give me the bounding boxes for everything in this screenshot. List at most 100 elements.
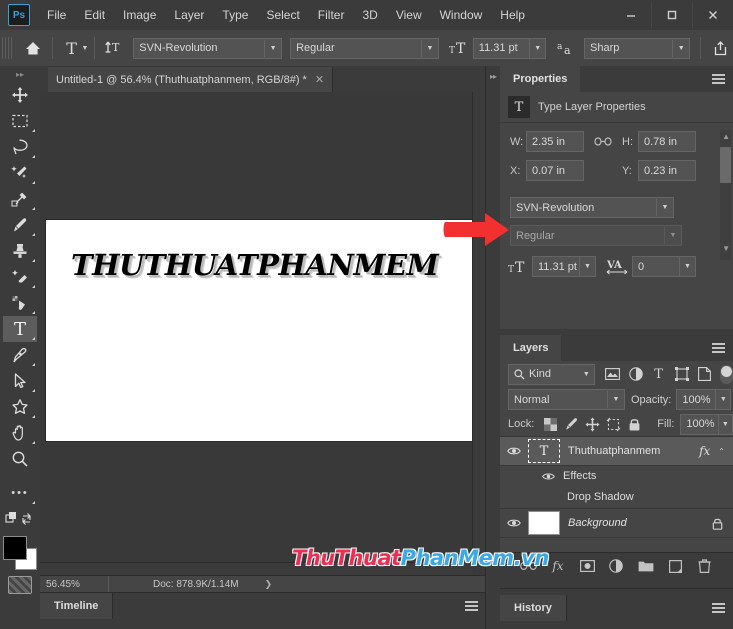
rectangular-marquee-tool[interactable] [3,108,37,134]
menu-window[interactable]: Window [431,0,492,30]
eraser-tool[interactable] [3,264,37,290]
pen-tool[interactable] [3,342,37,368]
layer-name[interactable]: Background [568,517,712,529]
effects-visibility-toggle[interactable] [542,472,555,481]
move-tool[interactable] [3,82,37,108]
chevron-down-icon[interactable]: ▼ [672,39,689,57]
hand-tool[interactable] [3,420,37,446]
layer-visibility-toggle[interactable] [500,437,528,465]
type-filter-icon[interactable]: T [647,364,670,384]
menu-filter[interactable]: Filter [309,0,354,30]
font-family-select[interactable]: SVN-Revolution ▼ [133,37,283,59]
adjustment-filter-icon[interactable] [624,364,647,384]
layer-fx-badge[interactable]: fx [699,444,710,458]
gradient-tool[interactable] [3,290,37,316]
dock-collapse-strip[interactable]: ▸▸ [486,66,500,629]
minimize-button[interactable] [611,2,651,28]
layer-filter-kind-select[interactable]: Kind ▼ [508,363,595,385]
chevron-double-right-icon[interactable]: ▸▸ [486,66,500,81]
lasso-tool[interactable] [3,134,37,160]
tab-timeline[interactable]: Timeline [40,593,114,619]
layer-visibility-toggle[interactable] [500,509,528,537]
layer-thumbnail[interactable] [528,511,560,535]
document-tab[interactable]: Untitled-1 @ 56.4% (Thuthuatphanmem, RGB… [48,67,334,92]
fill-dropdown[interactable]: ▼ [718,413,733,435]
properties-font-style-select[interactable]: Regular ▼ [510,225,682,246]
close-icon[interactable]: ✕ [315,73,324,86]
quick-mask-icon[interactable] [8,576,32,594]
font-size-dropdown[interactable]: ▼ [580,256,596,277]
layer-name[interactable]: Thuthuatphanmem [568,445,699,457]
font-size-input[interactable]: 11.31 pt [472,37,531,59]
height-input[interactable]: 0.78 in [638,131,696,152]
chevron-down-icon[interactable]: ▼ [656,199,673,216]
brush-tool[interactable] [3,212,37,238]
layer-mask-icon[interactable] [576,555,598,577]
zoom-level[interactable]: 56.45% [40,576,109,593]
delete-layer-icon[interactable] [693,555,715,577]
chevron-down-icon[interactable]: ▼ [82,45,89,52]
options-bar-grip[interactable] [2,37,12,59]
adjustment-layer-icon[interactable] [605,555,627,577]
chevron-right-icon[interactable]: ❯ [265,579,273,590]
chevron-down-icon[interactable]: ▼ [583,371,590,378]
layer-style-icon[interactable]: fx [547,555,569,577]
scroll-down-icon[interactable]: ▼ [722,244,730,253]
properties-scrollbar-thumb[interactable] [720,147,731,183]
clone-stamp-tool[interactable] [3,238,37,264]
quick-selection-tool[interactable] [3,160,37,186]
font-size-dropdown[interactable]: ▼ [530,37,547,59]
panel-menu-icon[interactable] [465,601,478,611]
canvas-vertical-scrollbar[interactable] [472,92,486,562]
scroll-up-icon[interactable]: ▲ [722,132,730,141]
artboard[interactable]: THUTHUATPHANMEM [46,220,476,441]
x-input[interactable]: 0.07 in [526,160,584,181]
horizontal-type-tool[interactable]: T [3,316,37,342]
new-layer-icon[interactable] [664,555,686,577]
menu-view[interactable]: View [387,0,431,30]
properties-font-size-input[interactable]: 11.31 pt [532,256,580,277]
y-input[interactable]: 0.23 in [638,160,696,181]
menu-help[interactable]: Help [491,0,534,30]
table-row[interactable]: T Thuthuatphanmem fx ⌃ [500,437,733,466]
menu-type[interactable]: Type [213,0,257,30]
layer-thumbnail[interactable]: T [528,439,560,463]
blend-mode-select[interactable]: Normal ▼ [508,389,625,410]
menu-3d[interactable]: 3D [353,0,386,30]
new-group-icon[interactable] [635,555,657,577]
opacity-dropdown[interactable]: ▼ [716,389,732,410]
toolbar-grip[interactable]: ▸▸ [0,66,40,82]
lock-all-icon[interactable] [624,414,645,434]
foreground-color-swatch[interactable] [3,536,27,560]
list-item[interactable]: Effects [500,466,733,486]
anti-alias-select[interactable]: Sharp ▼ [584,37,691,59]
maximize-button[interactable] [651,2,692,28]
text-orientation-icon[interactable]: T [101,36,127,60]
chevron-up-icon[interactable]: ⌃ [718,447,725,456]
chevron-down-icon[interactable]: ▼ [420,39,438,57]
menu-file[interactable]: File [38,0,75,30]
chevron-down-icon[interactable]: ▼ [264,39,281,57]
shape-filter-icon[interactable] [670,364,693,384]
lock-transparent-pixels-icon[interactable] [540,414,561,434]
menu-image[interactable]: Image [114,0,165,30]
lock-position-icon[interactable] [582,414,603,434]
close-button[interactable] [692,2,733,28]
share-icon[interactable] [707,36,733,60]
canvas-text-layer[interactable]: THUTHUATPHANMEM [71,248,439,282]
menu-select[interactable]: Select [257,0,308,30]
panel-menu-icon[interactable] [712,343,725,353]
fill-input[interactable]: 100% [680,413,719,435]
lock-artboard-icon[interactable] [603,414,624,434]
filter-toggle[interactable] [720,364,733,384]
pixel-filter-icon[interactable] [601,364,624,384]
link-icon[interactable] [594,136,612,147]
panel-menu-icon[interactable] [712,74,725,84]
tab-properties[interactable]: Properties [500,66,581,92]
list-item[interactable]: Drop Shadow [500,486,733,509]
tab-history[interactable]: History [500,595,567,621]
tab-layers[interactable]: Layers [500,335,562,361]
canvas-area[interactable]: THUTHUATPHANMEM [40,92,486,576]
tracking-dropdown[interactable]: ▼ [680,256,696,277]
table-row[interactable]: Background [500,509,733,538]
